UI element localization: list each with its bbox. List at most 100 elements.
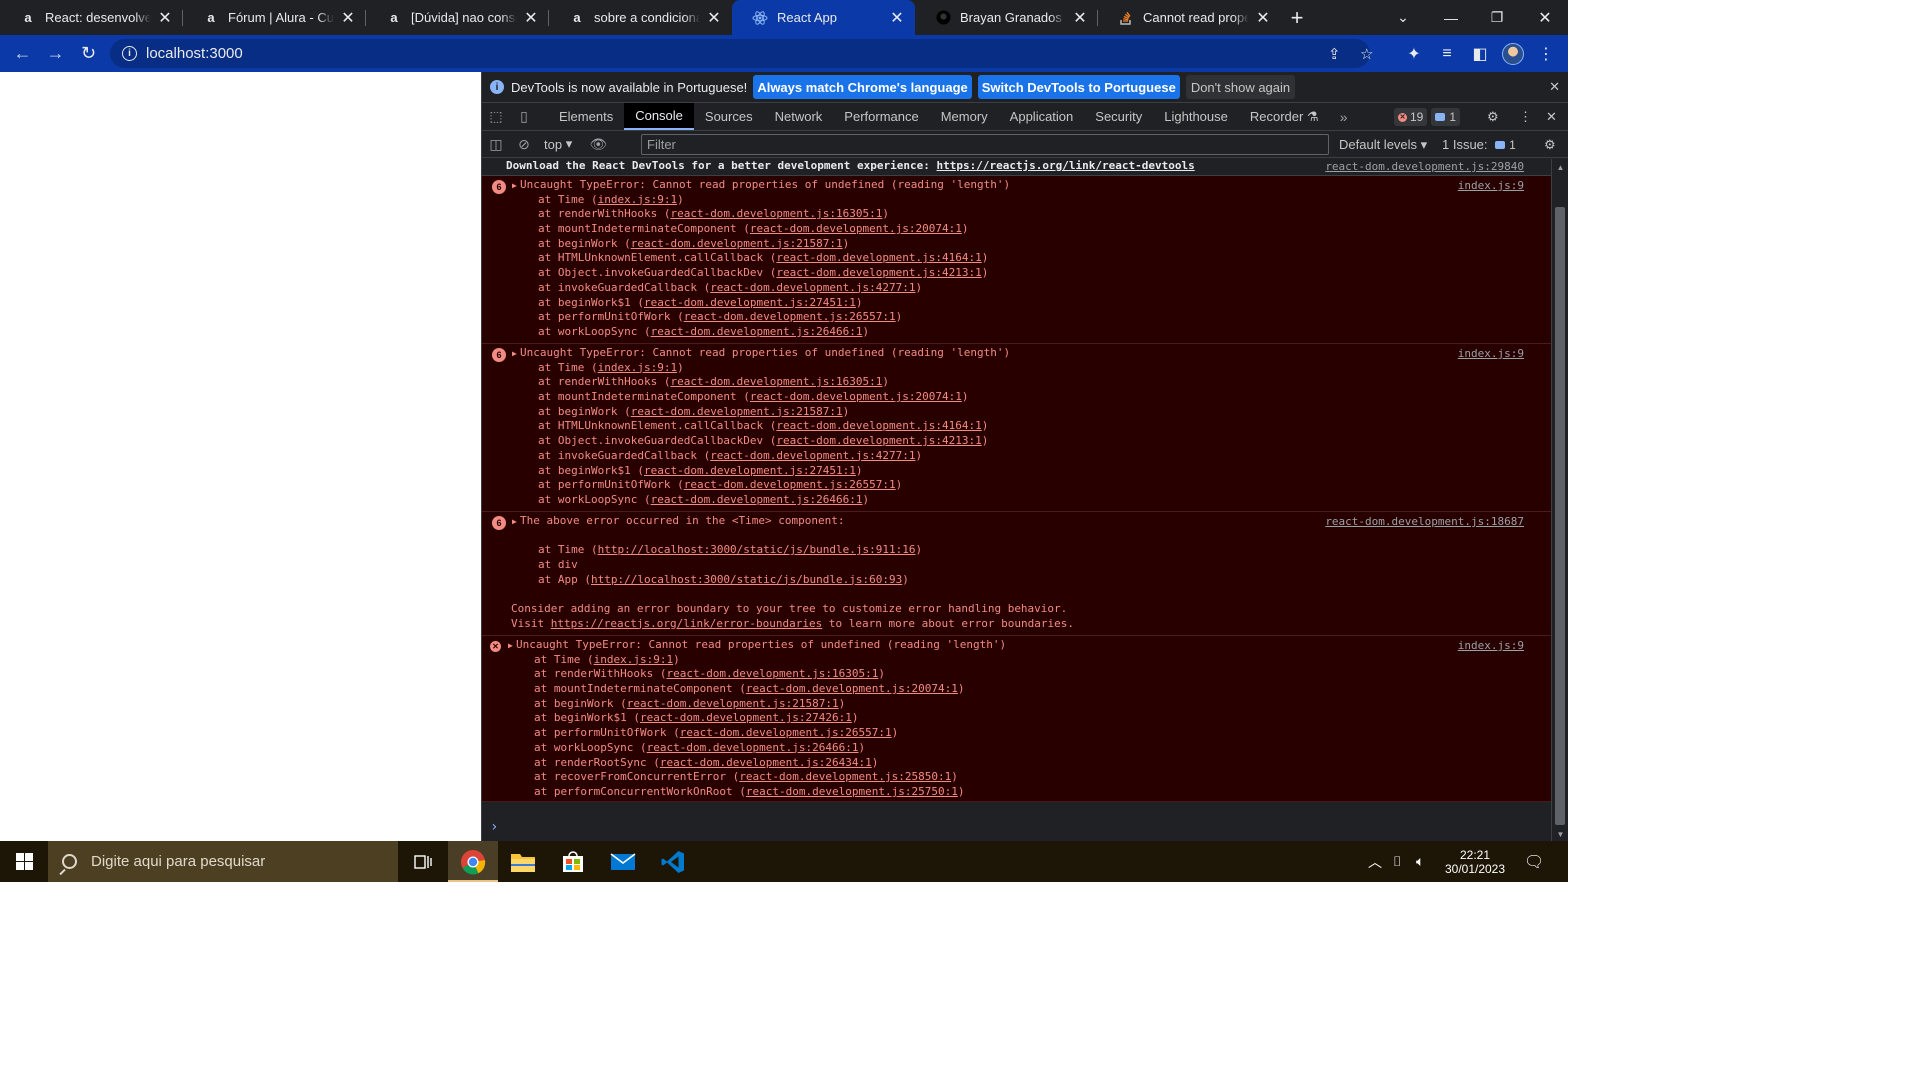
frame-location-link[interactable]: react-dom.development.js:27451:1 xyxy=(644,464,856,477)
source-link[interactable]: react-dom.development.js:29840 xyxy=(1325,160,1524,173)
match-language-button[interactable]: Always match Chrome's language xyxy=(753,75,972,99)
frame-location-link[interactable]: react-dom.development.js:4164:1 xyxy=(776,251,981,264)
error-count-badge[interactable]: ✕ 19 1 xyxy=(1394,103,1464,131)
error-boundaries-link[interactable]: https://reactjs.org/link/error-boundarie… xyxy=(551,617,823,630)
frame-location-link[interactable]: react-dom.development.js:25750:1 xyxy=(746,785,958,798)
share-icon[interactable]: ⇪ xyxy=(1328,39,1341,68)
back-button[interactable]: ← xyxy=(6,37,39,70)
tab-lighthouse[interactable]: Lighthouse xyxy=(1153,103,1239,130)
frame-location-link[interactable]: react-dom.development.js:20074:1 xyxy=(750,222,962,235)
console-prompt[interactable]: › xyxy=(490,815,1550,841)
device-toolbar-icon[interactable]: ▯ xyxy=(510,103,538,130)
close-icon[interactable]: ✕ xyxy=(523,10,539,27)
restore-button[interactable]: ❐ xyxy=(1474,0,1520,35)
bookmark-star-icon[interactable]: ☆ xyxy=(1360,39,1373,68)
tab-security[interactable]: Security xyxy=(1084,103,1153,130)
media-control-icon[interactable]: ≡ xyxy=(1432,35,1462,72)
network-icon[interactable]: ⌷ xyxy=(1393,841,1401,882)
issues-button[interactable]: 1 Issue: 1 xyxy=(1442,131,1524,158)
frame-location-link[interactable]: react-dom.development.js:21587:1 xyxy=(631,237,843,250)
settings-gear-icon[interactable]: ⚙ xyxy=(1487,103,1499,131)
show-hidden-icons-chevron-icon[interactable]: ︿ xyxy=(1368,841,1382,882)
more-tabs-icon[interactable]: » xyxy=(1330,103,1358,130)
frame-location-link[interactable]: react-dom.development.js:4213:1 xyxy=(776,434,981,447)
browser-tab-2[interactable]: a [Dúvida] nao consegui ✕ xyxy=(366,0,549,35)
tab-memory[interactable]: Memory xyxy=(930,103,999,130)
expand-triangle-icon[interactable]: ▶ xyxy=(508,639,516,654)
extensions-icon[interactable]: ✦ xyxy=(1399,35,1429,72)
source-link[interactable]: index.js:9 xyxy=(1458,179,1524,192)
close-icon[interactable]: ✕ xyxy=(706,10,722,27)
task-view-button[interactable] xyxy=(398,841,448,882)
frame-location-link[interactable]: react-dom.development.js:26466:1 xyxy=(651,493,863,506)
frame-location-link[interactable]: index.js:9:1 xyxy=(598,361,677,374)
frame-location-link[interactable]: react-dom.development.js:26466:1 xyxy=(651,325,863,338)
console-scrollbar[interactable]: ▲ ▼ xyxy=(1551,159,1568,841)
taskbar-vscode[interactable] xyxy=(648,841,698,882)
frame-location-link[interactable]: react-dom.development.js:4277:1 xyxy=(710,449,915,462)
tab-performance[interactable]: Performance xyxy=(833,103,929,130)
frame-location-link[interactable]: react-dom.development.js:27451:1 xyxy=(644,296,856,309)
tab-application[interactable]: Application xyxy=(999,103,1085,130)
close-icon[interactable]: ✕ xyxy=(889,10,905,27)
taskbar-chrome[interactable] xyxy=(448,841,498,882)
frame-location-link[interactable]: react-dom.development.js:4277:1 xyxy=(710,281,915,294)
close-icon[interactable]: ✕ xyxy=(1255,10,1271,27)
frame-location-link[interactable]: react-dom.development.js:16305:1 xyxy=(666,667,878,680)
frame-location-link[interactable]: index.js:9:1 xyxy=(594,653,673,666)
frame-location-link[interactable]: react-dom.development.js:20074:1 xyxy=(750,390,962,403)
browser-tab-0[interactable]: a React: desenvolvendo com JavaScript ✕ xyxy=(0,0,183,35)
console-settings-icon[interactable]: ⚙ xyxy=(1544,131,1556,158)
sidebar-toggle-icon[interactable]: ◫ xyxy=(482,136,510,153)
switch-language-button[interactable]: Switch DevTools to Portuguese xyxy=(977,75,1180,99)
close-icon[interactable]: ✕ xyxy=(157,10,173,27)
clock[interactable]: 22:21 30/01/2023 xyxy=(1440,841,1510,882)
tab-network[interactable]: Network xyxy=(764,103,834,130)
frame-location-link[interactable]: react-dom.development.js:26557:1 xyxy=(680,726,892,739)
address-bar[interactable]: i localhost:3000 ⇪ ☆ xyxy=(110,39,1373,68)
frame-location-link[interactable]: react-dom.development.js:26434:1 xyxy=(660,756,872,769)
profile-avatar[interactable] xyxy=(1498,35,1528,72)
scroll-down-arrow-icon[interactable]: ▼ xyxy=(1552,830,1568,839)
taskbar-search[interactable]: Digite aqui para pesquisar xyxy=(48,841,398,882)
tab-sources[interactable]: Sources xyxy=(694,103,764,130)
tab-elements[interactable]: Elements xyxy=(548,103,624,130)
error-header[interactable]: ▶ Uncaught TypeError: Cannot read propert… xyxy=(482,638,1552,653)
customize-menu-icon[interactable]: ⋮ xyxy=(1519,103,1532,131)
react-devtools-link[interactable]: https://reactjs.org/link/react-devtools xyxy=(936,159,1194,172)
browser-tab-6[interactable]: Cannot read properties ✕ xyxy=(1098,0,1281,35)
close-window-button[interactable]: ✕ xyxy=(1522,0,1568,35)
notifications-icon[interactable]: 🗨︎ xyxy=(1524,841,1544,882)
taskbar-file-explorer[interactable] xyxy=(498,841,548,882)
scroll-up-arrow-icon[interactable]: ▲ xyxy=(1552,163,1568,172)
log-levels-dropdown[interactable]: Default levels ▾ xyxy=(1339,131,1427,158)
frame-location-link[interactable]: http://localhost:3000/static/js/bundle.j… xyxy=(598,543,916,556)
tab-search-icon[interactable]: ⌄ xyxy=(1380,0,1426,35)
close-icon[interactable]: ✕ xyxy=(1549,79,1560,95)
frame-location-link[interactable]: react-dom.development.js:20074:1 xyxy=(746,682,958,695)
browser-tab-5[interactable]: Brayan Granados (@a ✕ xyxy=(915,0,1098,35)
frame-location-link[interactable]: http://localhost:3000/static/js/bundle.j… xyxy=(591,573,902,586)
volume-icon[interactable]: 🔈︎ xyxy=(1416,841,1424,882)
frame-location-link[interactable]: index.js:9:1 xyxy=(598,193,677,206)
filter-input[interactable]: Filter xyxy=(641,134,1329,155)
site-info-icon[interactable]: i xyxy=(122,46,137,61)
browser-tab-active[interactable]: React App ✕ xyxy=(732,0,915,35)
new-tab-button[interactable]: + xyxy=(1281,0,1313,35)
clear-console-icon[interactable]: ⊘ xyxy=(510,136,538,153)
side-panel-icon[interactable]: ◧ xyxy=(1465,35,1495,72)
frame-location-link[interactable]: react-dom.development.js:4213:1 xyxy=(776,266,981,279)
menu-icon[interactable]: ⋮ xyxy=(1531,35,1561,72)
context-selector[interactable]: top ▾ xyxy=(544,136,572,152)
frame-location-link[interactable]: react-dom.development.js:25850:1 xyxy=(739,770,951,783)
tab-console[interactable]: Console xyxy=(624,103,694,130)
live-expression-eye-icon[interactable]: 👁 xyxy=(584,136,612,153)
frame-location-link[interactable]: react-dom.development.js:16305:1 xyxy=(670,207,882,220)
expand-triangle-icon[interactable]: ▶ xyxy=(512,515,520,530)
frame-location-link[interactable]: react-dom.development.js:16305:1 xyxy=(670,375,882,388)
start-button[interactable] xyxy=(0,841,48,882)
expand-triangle-icon[interactable]: ▶ xyxy=(512,347,520,362)
close-devtools-icon[interactable]: ✕ xyxy=(1546,103,1557,131)
source-link[interactable]: react-dom.development.js:18687 xyxy=(1325,515,1524,528)
browser-tab-3[interactable]: a sobre a condicional para ✕ xyxy=(549,0,732,35)
